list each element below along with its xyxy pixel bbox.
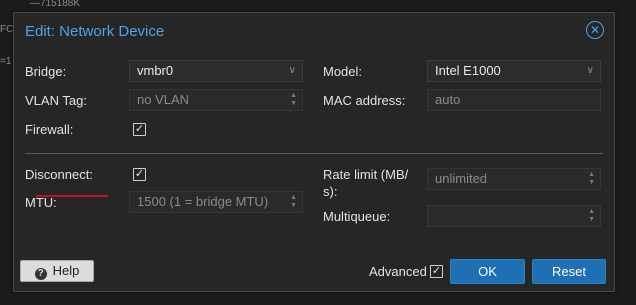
- help-button-label: Help: [52, 263, 80, 278]
- dialog-titlebar[interactable]: Edit: Network Device ✕: [14, 13, 614, 49]
- spinner-icon[interactable]: ▲ ▼: [290, 92, 297, 108]
- advanced-checkbox[interactable]: ✓: [430, 265, 443, 278]
- background-text: =1: [0, 56, 12, 67]
- firewall-checkbox[interactable]: ✓: [133, 123, 146, 136]
- firewall-label: Firewall:: [25, 122, 74, 137]
- disconnect-label: Disconnect:: [25, 167, 93, 182]
- rate-limit-label: Rate limit (MB/s):: [323, 167, 409, 199]
- advanced-label: Advanced: [369, 264, 427, 279]
- edit-network-device-dialog: Edit: Network Device ✕ Bridge: vmbr0 ∨ V…: [13, 12, 615, 292]
- spinner-icon[interactable]: ▲ ▼: [588, 208, 595, 224]
- model-value: Intel E1000: [435, 63, 501, 78]
- spinner-icon[interactable]: ▲ ▼: [588, 171, 595, 187]
- help-icon: ?: [34, 268, 47, 280]
- vlan-tag-field[interactable]: no VLAN ▲ ▼: [129, 89, 303, 111]
- vlan-tag-value: no VLAN: [137, 92, 190, 107]
- mtu-field[interactable]: 1500 (1 = bridge MTU) ▲ ▼: [129, 191, 303, 213]
- disconnect-checkbox[interactable]: ✓: [133, 168, 146, 181]
- mac-address-label: MAC address:: [323, 93, 406, 108]
- background-text: FC: [0, 24, 14, 35]
- section-divider: [25, 153, 603, 154]
- background-text: —715188K: [30, 0, 81, 9]
- mac-address-value: auto: [435, 92, 461, 107]
- bridge-select[interactable]: vmbr0 ∨: [129, 60, 303, 82]
- model-select[interactable]: Intel E1000 ∨: [427, 60, 601, 82]
- spinner-icon[interactable]: ▲ ▼: [290, 194, 297, 210]
- rate-limit-field[interactable]: unlimited ▲ ▼: [427, 168, 601, 190]
- dialog-footer: ? Help Advanced ✓ OK Reset: [14, 257, 614, 291]
- chevron-down-icon[interactable]: ∨: [587, 61, 594, 81]
- reset-button[interactable]: Reset: [532, 259, 606, 284]
- ok-button[interactable]: OK: [450, 259, 525, 284]
- multiqueue-label: Multiqueue:: [323, 209, 391, 224]
- close-icon[interactable]: ✕: [586, 21, 604, 39]
- mtu-label: MTU:: [25, 195, 57, 210]
- bridge-label: Bridge:: [25, 64, 67, 79]
- multiqueue-field[interactable]: ▲ ▼: [427, 205, 601, 227]
- dialog-title: Edit: Network Device: [25, 23, 165, 40]
- mac-address-field[interactable]: auto: [427, 89, 601, 111]
- bridge-value: vmbr0: [137, 63, 174, 78]
- chevron-down-icon[interactable]: ∨: [289, 61, 296, 81]
- mtu-value: 1500 (1 = bridge MTU): [137, 194, 269, 209]
- rate-limit-value: unlimited: [435, 171, 488, 186]
- help-button[interactable]: ? Help: [20, 260, 94, 282]
- model-label: Model:: [323, 64, 363, 79]
- vlan-tag-label: VLAN Tag:: [25, 93, 87, 108]
